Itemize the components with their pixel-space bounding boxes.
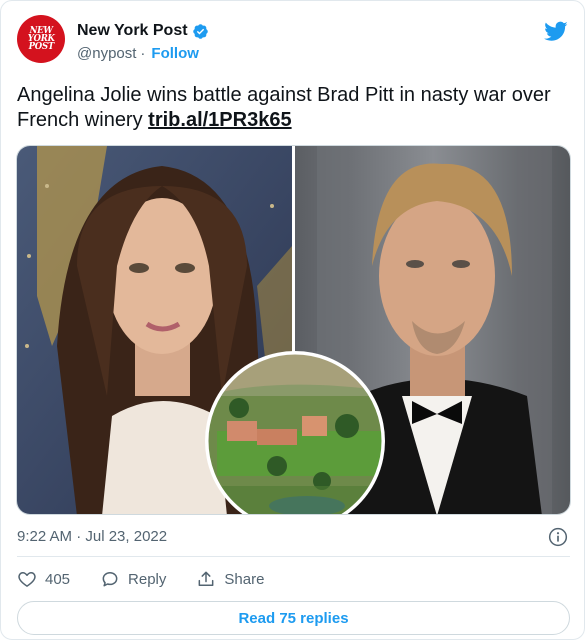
like-count: 405	[45, 570, 71, 588]
separator: ·	[140, 44, 146, 62]
share-label: Share	[224, 570, 265, 588]
twitter-bird-icon[interactable]	[544, 19, 568, 43]
tweet-text: Angelina Jolie wins battle against Brad …	[17, 83, 557, 133]
divider	[17, 556, 570, 557]
share-icon	[198, 571, 214, 586]
tweet-card: NEW YORK POST New York Post @nypost · Fo…	[0, 0, 585, 640]
like-button[interactable]: 405	[17, 569, 70, 589]
heart-icon	[18, 572, 36, 587]
tweet-link[interactable]: trib.al/1PR3k65	[148, 109, 291, 131]
timestamp[interactable]: 9:22 AM · Jul 23, 2022	[17, 528, 167, 545]
avatar[interactable]: NEW YORK POST	[17, 15, 65, 63]
avatar-line-3: POST	[28, 42, 54, 52]
tweet-media[interactable]	[16, 145, 571, 515]
follow-button[interactable]: Follow	[151, 45, 199, 62]
media-image	[17, 146, 570, 514]
reply-icon	[102, 572, 118, 587]
share-button[interactable]: Share	[196, 569, 264, 589]
reply-button[interactable]: Reply	[100, 569, 166, 589]
display-name[interactable]: New York Post	[77, 22, 188, 40]
read-replies-label: Read 75 replies	[238, 609, 349, 627]
tweet-header: NEW YORK POST New York Post @nypost · Fo…	[17, 13, 570, 65]
info-icon[interactable]	[548, 527, 568, 547]
timestamp-row: 9:22 AM · Jul 23, 2022	[17, 526, 570, 548]
read-replies-button[interactable]: Read 75 replies	[17, 601, 570, 635]
handle[interactable]: @nypost	[77, 45, 136, 62]
verified-badge-icon	[192, 23, 208, 39]
reply-label: Reply	[128, 570, 167, 588]
author-block: New York Post @nypost · Follow	[77, 21, 209, 63]
action-bar: 405 Reply Share	[17, 567, 294, 591]
